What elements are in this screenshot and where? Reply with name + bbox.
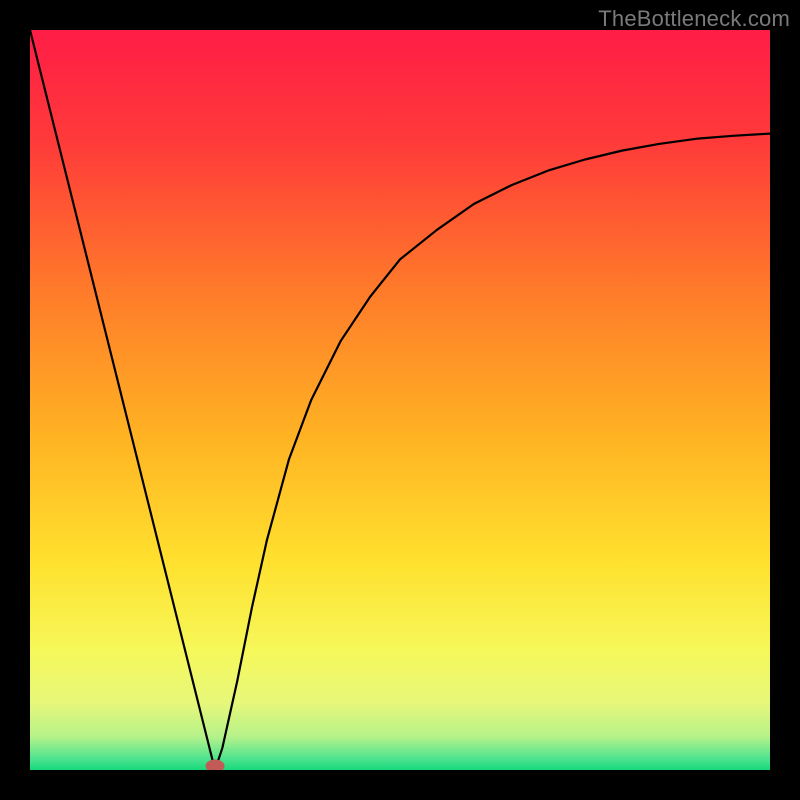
- watermark-text: TheBottleneck.com: [598, 6, 790, 32]
- min-point-marker: [206, 760, 224, 770]
- curve-layer: [30, 30, 770, 770]
- plot-area: [30, 30, 770, 770]
- chart-frame: TheBottleneck.com: [0, 0, 800, 800]
- bottleneck-curve: [30, 30, 770, 770]
